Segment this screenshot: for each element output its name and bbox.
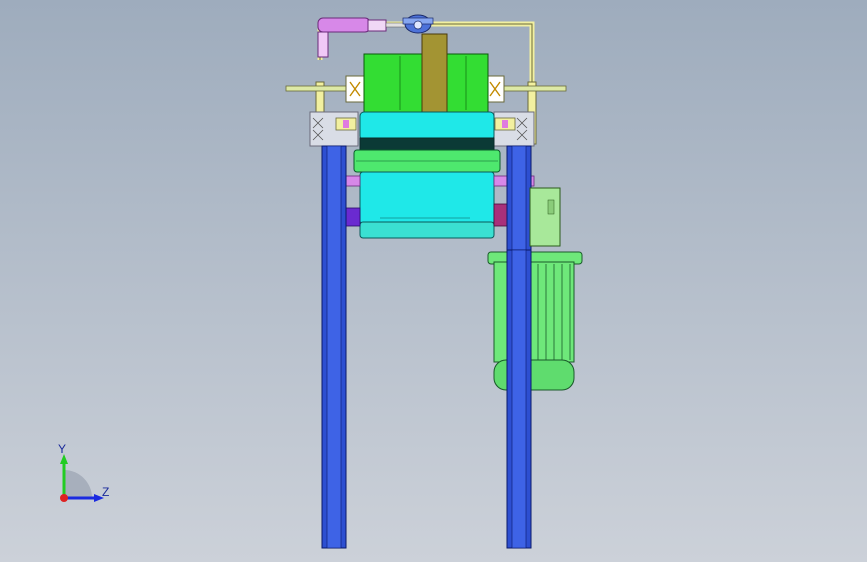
central-hopper-column[interactable] xyxy=(421,33,448,113)
axis-z-label: Z xyxy=(102,485,110,499)
view-orientation-triad[interactable]: Y Z xyxy=(50,440,120,510)
left-bearing-block[interactable] xyxy=(309,111,359,147)
gearbox[interactable] xyxy=(529,187,561,247)
top-clevis-pulley[interactable] xyxy=(402,14,434,34)
lower-cyan-roller-housing[interactable] xyxy=(359,171,495,239)
cad-viewport[interactable]: Y Z xyxy=(0,0,867,562)
left-leg[interactable] xyxy=(321,145,347,549)
middle-green-roller[interactable] xyxy=(353,149,501,173)
left-shaft-bearing[interactable] xyxy=(345,75,365,103)
upper-cyan-roller[interactable] xyxy=(359,111,495,151)
right-shaft-bearing[interactable] xyxy=(485,75,505,103)
right-leg-front xyxy=(506,249,532,549)
pneumatic-cylinder[interactable] xyxy=(317,17,407,58)
axis-y-label: Y xyxy=(58,442,67,456)
machine-model-view[interactable] xyxy=(0,0,867,562)
right-bearing-block[interactable] xyxy=(493,111,535,147)
electric-motor[interactable] xyxy=(487,251,583,391)
